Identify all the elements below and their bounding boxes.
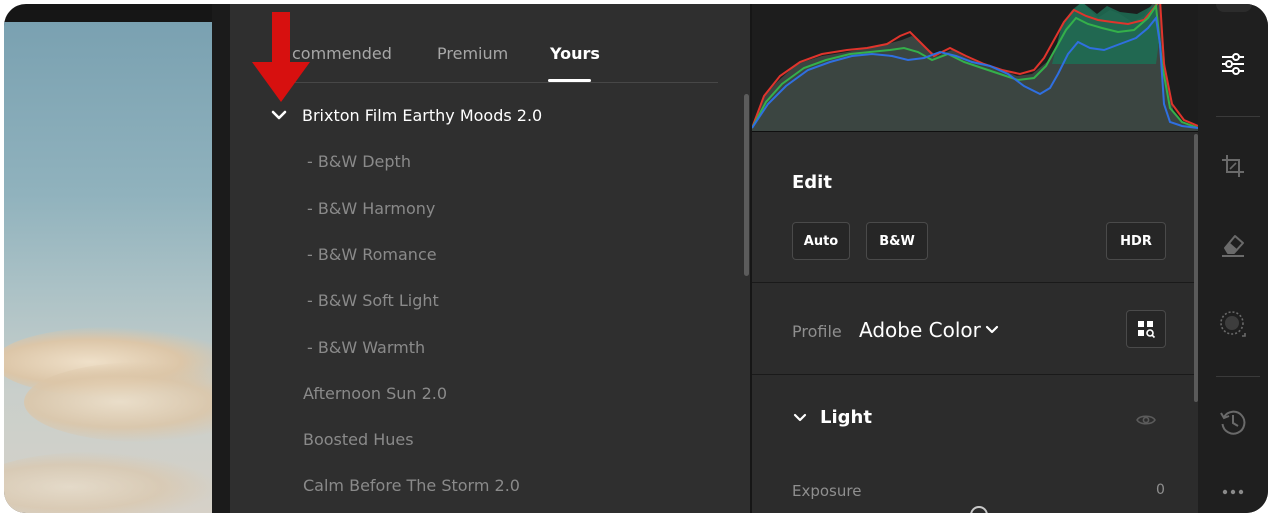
preset-item[interactable]: - B&W Warmth <box>307 338 425 357</box>
tabs-divider <box>286 82 718 83</box>
profile-browser-button[interactable] <box>1126 310 1166 348</box>
crop-icon <box>1222 155 1244 177</box>
light-label: Light <box>820 407 872 428</box>
hdr-button[interactable]: HDR <box>1106 222 1166 260</box>
red-arrow-down-icon <box>252 12 310 102</box>
edit-panel: Edit Auto B&W HDR Profile Adobe Color Li… <box>752 4 1198 513</box>
tab-premium[interactable]: Premium <box>437 44 508 63</box>
healing-tool-button[interactable] <box>1217 228 1249 260</box>
histogram-divider <box>752 131 1198 132</box>
chevron-down-icon[interactable] <box>984 322 1000 338</box>
edit-title: Edit <box>792 172 832 193</box>
photo-cloud <box>4 452 212 513</box>
crop-tool-button[interactable] <box>1217 150 1249 182</box>
exposure-value[interactable]: 0 <box>1156 482 1165 498</box>
masking-tool-button[interactable] <box>1217 308 1249 340</box>
tab-yours[interactable]: Yours <box>550 44 600 63</box>
profile-label: Profile <box>792 322 842 341</box>
more-icon <box>1222 489 1244 495</box>
section-divider <box>752 374 1198 375</box>
edit-sliders-icon <box>1222 53 1244 75</box>
profile-dropdown[interactable]: Adobe Color <box>859 318 981 342</box>
presets-scrollbar[interactable] <box>744 94 749 276</box>
history-button[interactable] <box>1217 406 1249 438</box>
eye-icon[interactable] <box>1135 412 1157 428</box>
more-button[interactable] <box>1217 476 1249 508</box>
chevron-down-icon <box>793 413 807 421</box>
masking-icon <box>1220 311 1246 337</box>
panel-divider <box>212 4 230 513</box>
edit-tool-button[interactable] <box>1217 48 1249 80</box>
rail-divider <box>1216 376 1260 377</box>
histogram <box>752 4 1198 132</box>
exposure-slider-thumb[interactable] <box>970 506 988 513</box>
preset-item[interactable]: - B&W Romance <box>307 245 437 264</box>
histogram-graph <box>752 4 1198 132</box>
auto-button[interactable]: Auto <box>792 222 850 260</box>
rail-divider <box>1216 116 1260 117</box>
presets-panel: commended Premium Yours Brixton Film Ear… <box>230 4 750 513</box>
preset-item[interactable]: - B&W Soft Light <box>307 291 439 310</box>
preset-item[interactable]: Afternoon Sun 2.0 <box>303 384 447 403</box>
chevron-down-icon <box>271 110 287 120</box>
preset-item[interactable]: Boosted Hues <box>303 430 414 449</box>
preset-item[interactable]: - B&W Depth <box>307 152 411 171</box>
section-divider <box>752 282 1198 283</box>
rail-top-tab <box>1216 4 1252 12</box>
light-section-header[interactable]: Light <box>792 407 872 428</box>
app-window: commended Premium Yours Brixton Film Ear… <box>4 4 1268 513</box>
photo-preview[interactable] <box>4 22 212 513</box>
healing-eraser-icon <box>1222 235 1244 257</box>
preset-group-brixton[interactable]: Brixton Film Earthy Moods 2.0 <box>270 100 542 130</box>
history-icon <box>1220 410 1246 435</box>
preset-item[interactable]: - B&W Harmony <box>307 199 435 218</box>
preset-group-label: Brixton Film Earthy Moods 2.0 <box>302 105 543 125</box>
bw-button[interactable]: B&W <box>866 222 928 260</box>
preset-item[interactable]: Calm Before The Storm 2.0 <box>303 476 520 495</box>
tool-rail <box>1198 4 1268 513</box>
exposure-label: Exposure <box>792 482 862 500</box>
profile-browser-icon <box>1138 321 1156 339</box>
